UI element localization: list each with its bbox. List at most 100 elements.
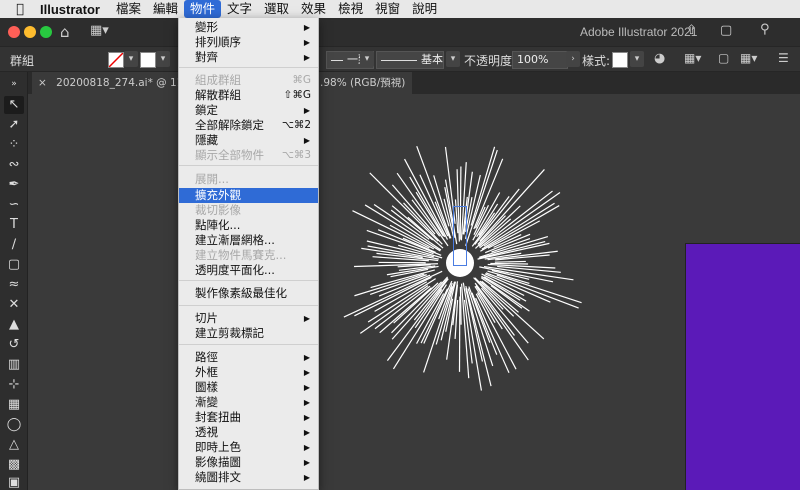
submenu-arrow-icon: ▶ [303,413,310,422]
zoom-window-button[interactable] [40,26,52,38]
apple-icon[interactable]:  [0,2,40,17]
collapse-toolbar-icon[interactable]: » [4,75,24,93]
stroke-dropdown-arrow[interactable]: ▾ [156,51,170,67]
workspace-switcher-icon[interactable]: ▦▾ [90,23,109,38]
shaper-tool-icon[interactable]: ✕ [4,296,24,314]
transform-icon[interactable]: ▢ [718,51,729,65]
menu-item-label: 擴充外觀 [195,188,241,202]
object-menu-item-19[interactable]: 路徑 ▶ [179,350,318,365]
document-canvas[interactable] [28,94,800,490]
object-menu-item-2[interactable]: 對齊 ▶ [179,50,318,65]
menu-edit[interactable]: 編輯 [147,0,184,18]
object-menu-item-5[interactable]: 鎖定 ▶ [179,103,318,118]
tab-title-right: .98% (RGB/預視) [320,77,406,89]
rotate-tool-icon[interactable]: ↺ [4,336,24,354]
free-transform-tool-icon[interactable]: ▦ [4,396,24,414]
submenu-arrow-icon: ▶ [303,398,310,407]
minimize-window-button[interactable] [24,26,36,38]
type-tool-icon[interactable]: T [4,216,24,234]
curvature-tool-icon[interactable]: ∽ [4,196,24,214]
object-menu-item-10[interactable]: 擴充外觀 [179,188,318,203]
menu-item-label: 即時上色 [195,440,241,454]
isolate-icon[interactable]: ▦▾ [740,51,757,65]
perspective-grid-tool-icon[interactable]: △ [4,436,24,454]
object-menu-item-18[interactable]: 建立剪裁標記 [179,326,318,341]
control-bar: 群組 ▾ ▾ 一致 ▾ 基本 ▾ 不透明度: 100% › 樣式: ▾ ◕ ▦▾… [0,46,800,72]
object-menu-item-17[interactable]: 切片 ▶ [179,311,318,326]
style-label: 樣式: [582,54,611,68]
mesh-tool-icon[interactable]: ▩ [4,456,24,474]
burst-ray [359,285,429,334]
direct-selection-tool-icon[interactable]: ➚ [4,116,24,134]
object-menu-item-7[interactable]: 隱藏 ▶ [179,133,318,148]
graphic-style-swatch[interactable] [612,52,628,68]
menu-window[interactable]: 視窗 [369,0,406,18]
opacity-arrow[interactable]: › [566,51,580,67]
app-menu[interactable]: Illustrator [40,2,100,17]
menu-view[interactable]: 檢視 [332,0,369,18]
object-menu-item-23[interactable]: 封套扭曲 ▶ [179,410,318,425]
home-icon[interactable]: ⌂ [60,23,70,41]
submenu-arrow-icon: ▶ [303,443,310,452]
object-menu-item-25[interactable]: 即時上色 ▶ [179,440,318,455]
share-icon[interactable]: ⇧ [686,23,697,38]
menu-object[interactable]: 物件 [184,0,222,18]
brush-definition-field[interactable]: 基本 [376,51,444,69]
fill-dropdown-arrow[interactable]: ▾ [124,51,138,67]
object-menu-item-6[interactable]: 全部解除鎖定 ⌥⌘2 [179,118,318,133]
object-menu-item-12[interactable]: 點陣化... [179,218,318,233]
rectangle-tool-icon[interactable]: ▢ [4,256,24,274]
object-menu-item-3: 組成群組 ⌘G [179,73,318,88]
menu-item-shortcut: ⇧⌘G [283,89,311,101]
selection-bounding-box[interactable] [453,206,467,266]
paintbrush-tool-icon[interactable]: ≈ [4,276,24,294]
menu-effect[interactable]: 效果 [295,0,332,18]
selection-tool-icon[interactable]: ↖ [4,96,24,114]
stroke-profile-arrow[interactable]: ▾ [360,51,374,67]
search-icon[interactable]: ⚲ [760,22,770,37]
pen-tool-icon[interactable]: ✒ [4,176,24,194]
menu-file[interactable]: 檔案 [110,0,147,18]
close-tab-icon[interactable]: × [38,77,47,89]
object-menu-item-16[interactable]: 製作像素級最佳化 [179,286,318,301]
object-menu-item-21[interactable]: 圖樣 ▶ [179,380,318,395]
menu-type[interactable]: 文字 [221,0,258,18]
object-menu-item-24[interactable]: 透視 ▶ [179,425,318,440]
object-menu-item-26[interactable]: 影像描圖 ▶ [179,455,318,470]
shape-builder-tool-icon[interactable]: ◯ [4,416,24,434]
scale-tool-icon[interactable]: ▥ [4,356,24,374]
fill-swatch[interactable] [108,52,124,68]
object-menu-item-4[interactable]: 解散群組 ⇧⌘G [179,88,318,103]
eraser-tool-icon[interactable]: ▲ [4,316,24,334]
graphic-style-arrow[interactable]: ▾ [630,51,644,67]
object-menu-item-1[interactable]: 排列順序 ▶ [179,35,318,50]
object-menu-item-15[interactable]: 透明度平面化... [179,263,318,278]
recolor-artwork-icon[interactable]: ◕ [654,51,665,66]
menu-separator [179,280,318,281]
object-menu-item-22[interactable]: 漸變 ▶ [179,395,318,410]
menu-item-label: 解散群組 [195,88,241,102]
menu-help[interactable]: 說明 [406,0,443,18]
object-menu-item-0[interactable]: 變形 ▶ [179,20,318,35]
align-icon[interactable]: ▦▾ [684,51,701,65]
menu-item-shortcut: ⌘G [292,74,311,86]
stroke-swatch[interactable] [140,52,156,68]
close-window-button[interactable] [8,26,20,38]
menu-item-label: 顯示全部物件 [195,148,264,162]
lasso-tool-icon[interactable]: ∾ [4,156,24,174]
gradient-tool-icon[interactable]: ▣ [4,474,24,490]
opacity-input[interactable]: 100% [512,51,568,69]
menu-item-label: 鎖定 [195,103,218,117]
arrange-documents-icon[interactable]: ▢ [720,23,732,38]
object-menu-item-13[interactable]: 建立漸層網格... [179,233,318,248]
object-menu-item-20[interactable]: 外框 ▶ [179,365,318,380]
panel-menu-icon[interactable]: ☰ [778,51,789,65]
brush-dropdown-arrow[interactable]: ▾ [446,51,460,67]
menu-item-label: 建立物件馬賽克... [195,248,287,262]
line-tool-icon[interactable]: ∕ [4,236,24,254]
purple-artboard-shape[interactable] [685,243,800,490]
magic-wand-tool-icon[interactable]: ⁘ [4,136,24,154]
object-menu-item-27[interactable]: 繞圖排文 ▶ [179,470,318,485]
puppet-warp-tool-icon[interactable]: ⊹ [4,376,24,394]
menu-select[interactable]: 選取 [258,0,295,18]
